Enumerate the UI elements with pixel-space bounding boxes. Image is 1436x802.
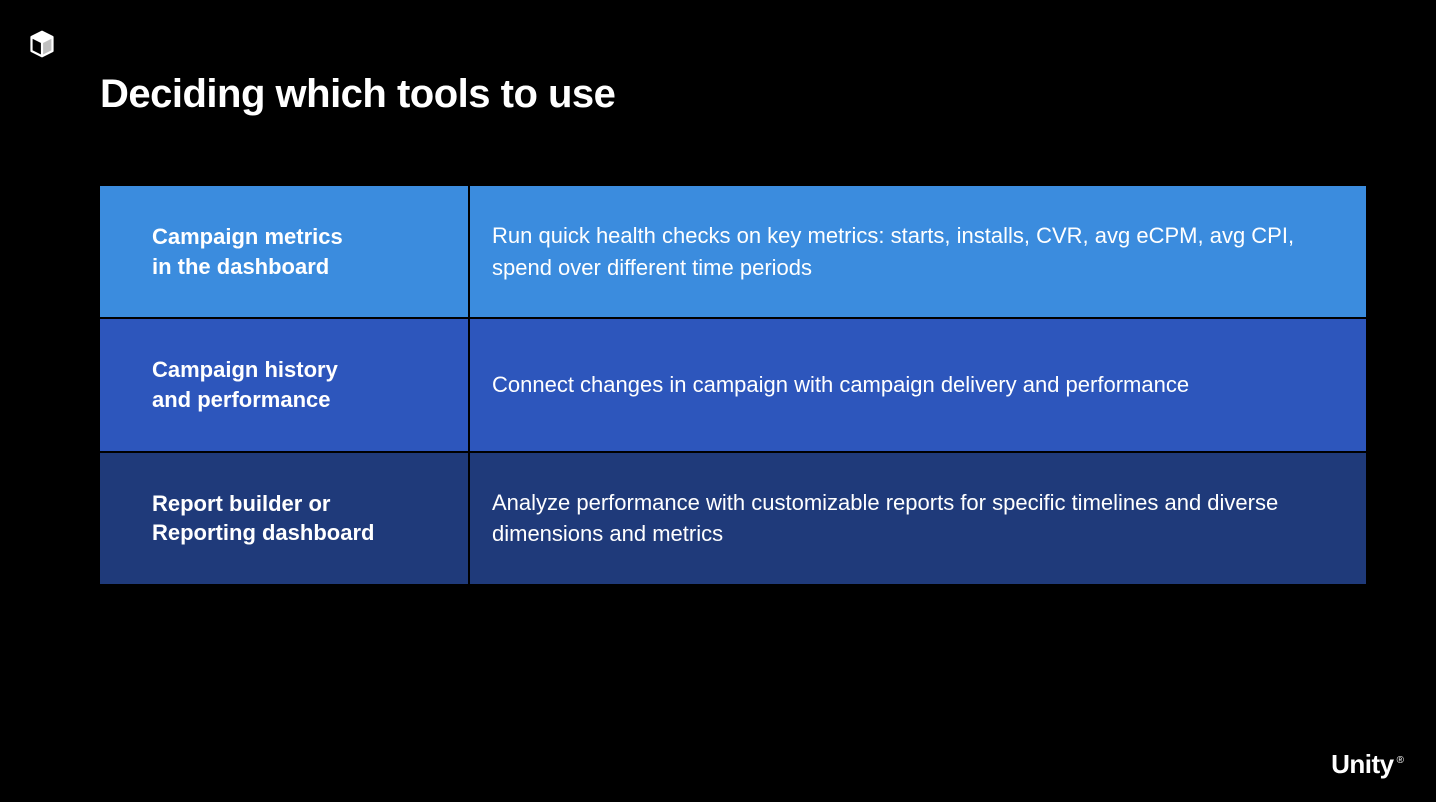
tool-description: Connect changes in campaign with campaig… (470, 319, 1366, 450)
tools-table: Campaign metrics in the dashboard Run qu… (100, 186, 1366, 584)
tool-name: Campaign history and performance (100, 319, 470, 450)
brand-name: Unity (1331, 749, 1394, 780)
slide-title: Deciding which tools to use (100, 72, 615, 117)
registered-mark: ® (1397, 755, 1404, 766)
table-row: Report builder or Reporting dashboard An… (100, 453, 1366, 584)
table-row: Campaign metrics in the dashboard Run qu… (100, 186, 1366, 319)
unity-cube-icon (28, 30, 56, 63)
tool-name: Campaign metrics in the dashboard (100, 186, 470, 317)
table-row: Campaign history and performance Connect… (100, 319, 1366, 452)
tool-name: Report builder or Reporting dashboard (100, 453, 470, 584)
unity-wordmark: Unity ® (1331, 749, 1404, 780)
tool-description: Run quick health checks on key metrics: … (470, 186, 1366, 317)
tool-description: Analyze performance with customizable re… (470, 453, 1366, 584)
